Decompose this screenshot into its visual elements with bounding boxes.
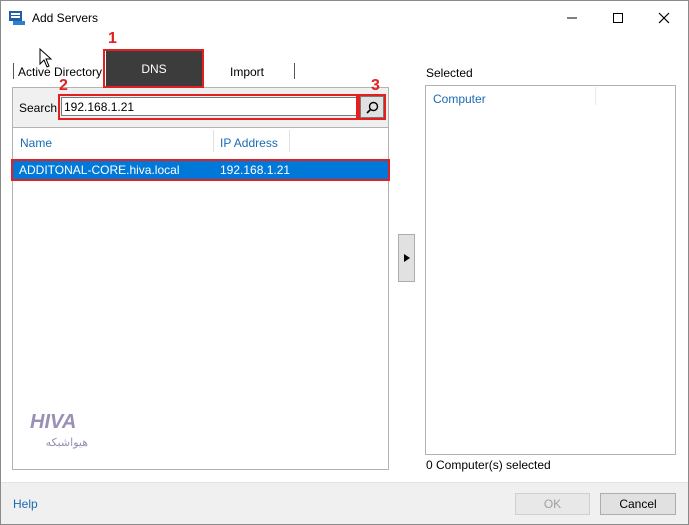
close-button[interactable] — [641, 1, 687, 35]
maximize-button[interactable] — [595, 1, 641, 35]
ok-button[interactable]: OK — [515, 493, 590, 515]
column-separator[interactable] — [595, 87, 596, 105]
cancel-button[interactable]: Cancel — [600, 493, 676, 515]
column-separator[interactable] — [213, 130, 214, 152]
add-to-selected-button[interactable] — [398, 234, 415, 282]
title-bar: Add Servers — [1, 1, 688, 35]
watermark-logo-text: HIVA — [30, 411, 76, 433]
annotation-box-dns-tab — [103, 49, 204, 88]
right-arrow-icon — [403, 254, 410, 262]
close-icon — [658, 12, 670, 24]
tab-import[interactable]: Import — [230, 65, 264, 79]
window-title: Add Servers — [32, 11, 99, 25]
annotation-step-1: 1 — [108, 30, 117, 47]
selected-list — [425, 85, 676, 455]
annotation-box-search-button — [358, 94, 386, 120]
tab-divider — [13, 63, 14, 79]
column-header-computer[interactable]: Computer — [433, 92, 486, 106]
help-link[interactable]: Help — [13, 497, 38, 511]
selected-label: Selected — [426, 66, 473, 80]
column-header-ip-address[interactable]: IP Address — [220, 136, 278, 150]
column-separator[interactable] — [289, 130, 290, 152]
tab-divider — [294, 63, 295, 79]
add-servers-dialog: Add Servers Active Directory DNS Import … — [0, 0, 689, 525]
annotation-box-result-row — [11, 159, 390, 181]
minimize-icon — [567, 17, 577, 19]
search-label: Search: — [19, 101, 61, 115]
maximize-icon — [613, 13, 623, 23]
server-manager-icon — [9, 11, 25, 25]
column-header-name[interactable]: Name — [20, 136, 52, 150]
hiva-watermark-logo: HIVA هیواشبکه — [30, 411, 89, 449]
cancel-button-label: Cancel — [619, 497, 657, 511]
selected-count: 0 Computer(s) selected — [426, 458, 551, 472]
ok-button-label: OK — [543, 497, 562, 511]
watermark-sub-text: هیواشبکه — [46, 436, 89, 449]
annotation-step-2: 2 — [59, 77, 68, 94]
annotation-box-search-input — [58, 94, 358, 120]
annotation-step-3: 3 — [371, 77, 380, 94]
minimize-button[interactable] — [549, 1, 595, 35]
